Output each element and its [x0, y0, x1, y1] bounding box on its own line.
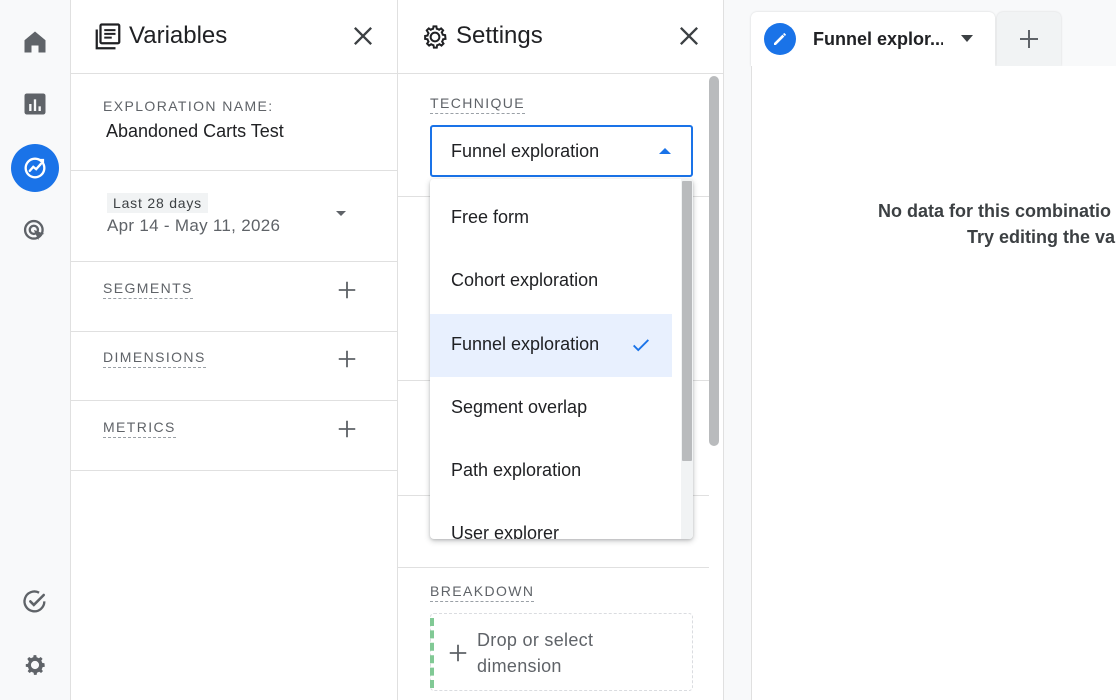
technique-select[interactable]: Funnel exploration: [430, 125, 693, 177]
drop-zone-text: Drop or select dimension: [477, 627, 593, 679]
explore-icon[interactable]: [11, 144, 59, 192]
configure-icon[interactable]: [11, 578, 59, 626]
menu-item-label: Path exploration: [451, 460, 582, 480]
dimensions-row: DIMENSIONS: [71, 331, 398, 401]
exploration-name-field[interactable]: Abandoned Carts Test: [106, 121, 284, 142]
breakdown-drop-zone[interactable]: Drop or select dimension: [430, 613, 693, 691]
menu-item-segment-overlap[interactable]: Segment overlap: [430, 377, 672, 440]
divider: [398, 567, 709, 568]
close-settings-icon[interactable]: [675, 22, 703, 50]
drop-zone-line1: Drop or select: [477, 630, 594, 650]
variables-panel: Variables EXPLORATION NAME: Abandoned Ca…: [71, 0, 398, 700]
no-data-message: No data for this combinatio: [878, 201, 1112, 221]
no-data-hint: Try editing the va: [967, 227, 1116, 247]
menu-scrollbar-thumb[interactable]: [682, 181, 692, 461]
segments-row: SEGMENTS: [71, 262, 398, 332]
menu-item-funnel-exploration[interactable]: Funnel exploration: [430, 314, 672, 377]
menu-item-free-form[interactable]: Free form: [430, 187, 672, 250]
date-range-text: Apr 14 - May 11, 2026: [107, 216, 281, 235]
settings-title: Settings: [456, 22, 543, 49]
chevron-down-icon[interactable]: [336, 211, 346, 216]
edit-pencil-icon[interactable]: [764, 23, 796, 55]
exploration-name-label: EXPLORATION NAME:: [103, 98, 274, 114]
home-icon[interactable]: [11, 18, 59, 66]
chevron-up-icon: [659, 148, 671, 154]
menu-item-path-exploration[interactable]: Path exploration: [430, 440, 672, 503]
add-tab-button[interactable]: [997, 12, 1061, 66]
date-preset-chip: Last 28 days: [107, 193, 208, 213]
add-segment-icon[interactable]: [336, 279, 358, 301]
menu-item-label: Segment overlap: [451, 397, 588, 417]
menu-item-label: Cohort exploration: [451, 270, 599, 290]
menu-item-cohort-exploration[interactable]: Cohort exploration: [430, 250, 672, 313]
dimensions-label: DIMENSIONS: [103, 349, 206, 368]
technique-label: TECHNIQUE: [430, 95, 526, 114]
drop-zone-line2: dimension: [477, 656, 562, 676]
left-nav-rail: [0, 0, 71, 700]
breakdown-label: BREAKDOWN: [430, 583, 535, 602]
settings-header: Settings: [398, 0, 723, 74]
drop-indicator: [430, 618, 434, 688]
variables-header: Variables: [71, 0, 397, 74]
metrics-label: METRICS: [103, 419, 176, 438]
menu-item-user-explorer[interactable]: User explorer: [430, 503, 672, 539]
analytics-explore-app: Variables EXPLORATION NAME: Abandoned Ca…: [0, 0, 1116, 700]
tab-menu-chevron-icon[interactable]: [961, 35, 973, 42]
exploration-name-section: EXPLORATION NAME: Abandoned Carts Test: [71, 74, 398, 171]
admin-gear-icon[interactable]: [11, 641, 59, 689]
canvas-area: Funnel explor... No data for this combin…: [724, 0, 1116, 700]
tab-bar: Funnel explor...: [724, 0, 1116, 66]
menu-scrollbar-track: [681, 179, 693, 539]
tab-funnel-exploration[interactable]: Funnel explor...: [751, 12, 995, 66]
canvas-body: No data for this combinatio Try editing …: [751, 66, 1116, 700]
segments-label: SEGMENTS: [103, 280, 193, 299]
add-metric-icon[interactable]: [336, 418, 358, 440]
advertising-icon[interactable]: [11, 207, 59, 255]
metrics-row: METRICS: [71, 401, 398, 471]
menu-item-label: Free form: [451, 207, 530, 227]
add-dimension-icon[interactable]: [336, 348, 358, 370]
menu-item-label: User explorer: [451, 523, 560, 539]
settings-scrollbar[interactable]: [709, 76, 719, 446]
check-icon: [633, 339, 649, 352]
reports-icon[interactable]: [11, 80, 59, 128]
variables-title: Variables: [129, 22, 228, 49]
tab-name: Funnel explor...: [813, 29, 943, 49]
close-variables-icon[interactable]: [349, 22, 377, 50]
date-range-picker[interactable]: Last 28 days Apr 14 - May 11, 2026: [71, 171, 398, 262]
technique-dropdown-menu: Free form Cohort exploration Funnel expl…: [430, 179, 693, 539]
menu-item-label: Funnel exploration: [451, 334, 600, 354]
gear-icon: [424, 25, 447, 49]
technique-select-value: Funnel exploration: [451, 141, 600, 161]
variables-icon: [95, 23, 121, 50]
plus-icon: [1020, 30, 1038, 48]
plus-icon: [449, 644, 467, 662]
